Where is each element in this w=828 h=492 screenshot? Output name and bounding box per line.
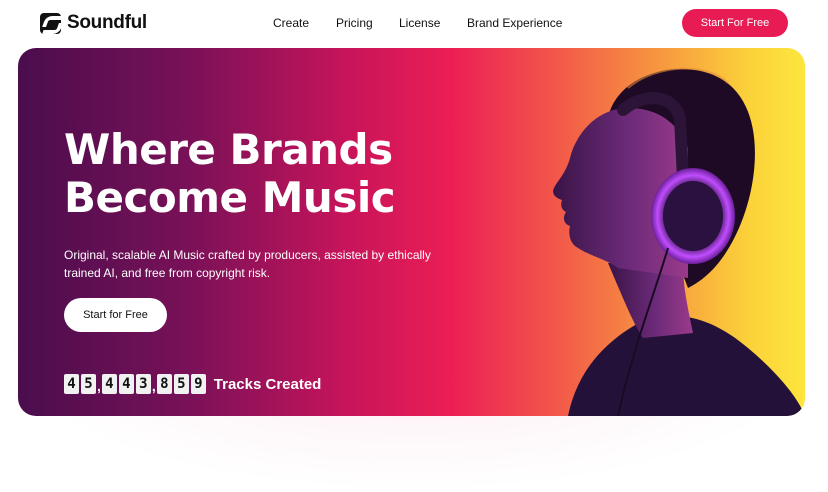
start-for-free-header-button[interactable]: Start For Free (682, 9, 788, 37)
counter-digit: 5 (173, 374, 189, 394)
nav-item-license[interactable]: License (399, 16, 440, 30)
counter-digit: 4 (64, 374, 79, 394)
start-for-free-hero-button[interactable]: Start for Free (64, 298, 167, 332)
counter-label: Tracks Created (213, 375, 322, 393)
hero-title-line-2: Become Music (64, 173, 396, 222)
woman-with-headphones-image (553, 67, 805, 416)
nav-item-pricing[interactable]: Pricing (336, 16, 373, 30)
counter-separator: , (151, 378, 156, 394)
nav-item-create[interactable]: Create (273, 16, 309, 30)
nav-item-brand-experience[interactable]: Brand Experience (467, 16, 562, 30)
tracks-counter: 4 5 , 4 4 3 , 8 5 9 Tracks Created (64, 374, 321, 394)
hero-subtitle: Original, scalable AI Music crafted by p… (64, 248, 431, 280)
counter-digit: 9 (190, 374, 206, 394)
hero-title-line-1: Where Brands (64, 125, 393, 174)
counter-separator: , (97, 378, 101, 394)
counter-digit: 4 (101, 374, 117, 394)
counter-digit: 3 (135, 374, 151, 394)
site-header: Soundful Create Pricing License Brand Ex… (0, 0, 828, 46)
hero-banner: Where Brands Become Music Original, scal… (18, 48, 805, 416)
counter-digit: 8 (156, 374, 172, 394)
hero-title: Where Brands Become Music (64, 126, 484, 222)
counter-digit: 4 (118, 374, 134, 394)
counter-digit: 5 (81, 374, 96, 394)
